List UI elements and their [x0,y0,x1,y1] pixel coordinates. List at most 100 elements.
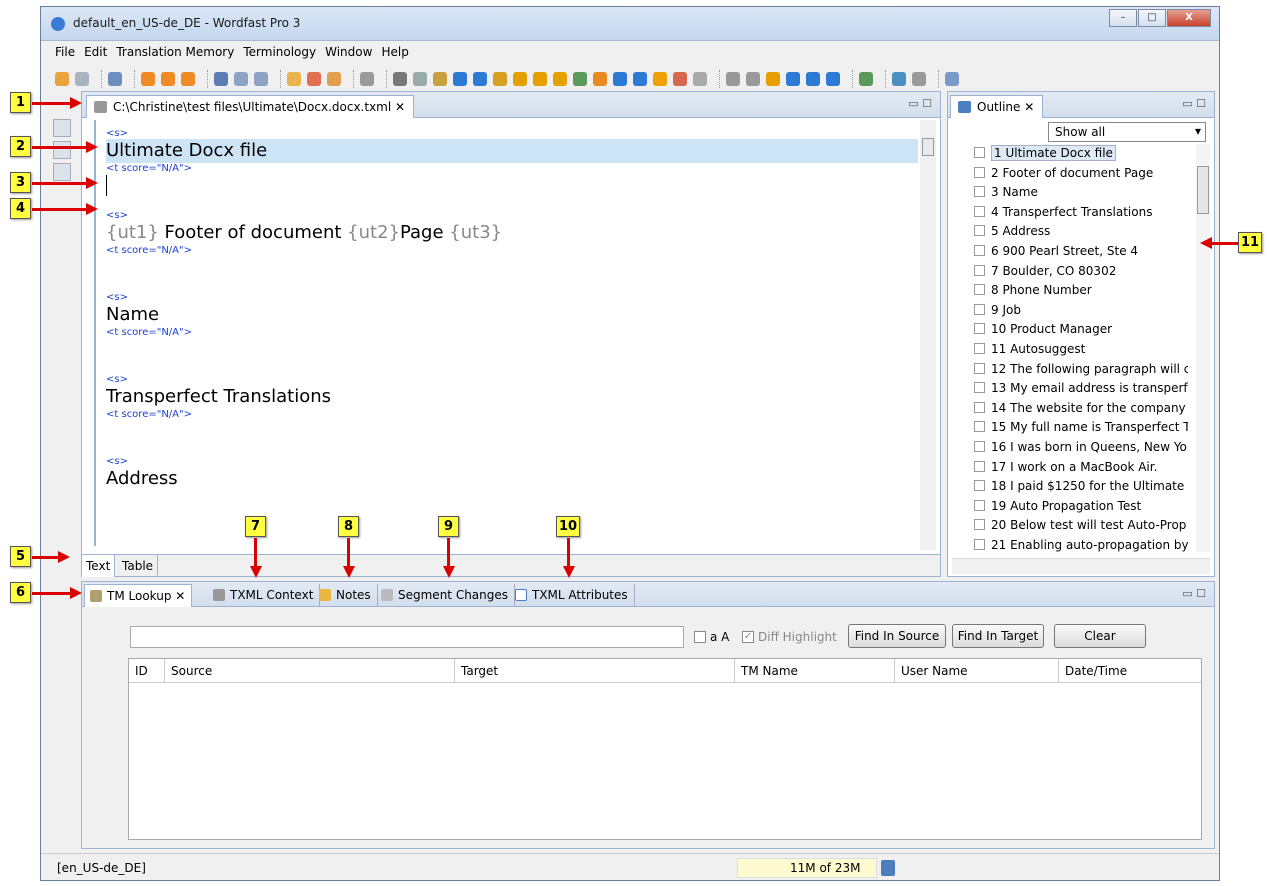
editor-tab[interactable]: C:\Christine\test files\Ultimate\Docx.do… [86,95,415,118]
column-user-name[interactable]: User Name [895,659,1059,683]
outline-item[interactable]: 16 I was born in Queens, New Yo [974,438,1188,458]
expand-icon[interactable] [493,72,507,86]
minimize-button[interactable]: – [1109,9,1137,27]
pilcrow-icon[interactable] [393,72,407,86]
column-id[interactable]: ID [129,659,165,683]
outline-item[interactable]: 20 Below test will test Auto-Prop [974,516,1188,536]
outline-item[interactable]: 12 The following paragraph will c [974,360,1188,380]
scroll-thumb[interactable] [1197,166,1209,214]
save-icon[interactable] [75,72,89,86]
document-dropdown-icon[interactable] [214,72,228,86]
outline-item[interactable]: 10 Product Manager [974,320,1188,340]
last-icon[interactable] [826,72,840,86]
outline-item[interactable]: 18 I paid $1250 for the Ultimate E [974,477,1188,497]
qa-icon[interactable] [892,72,906,86]
report-icon[interactable] [912,72,926,86]
maximize-button[interactable]: □ [1138,9,1166,27]
layout-icon[interactable] [254,72,268,86]
arrow-up-icon[interactable] [473,72,487,86]
down-segment-icon[interactable] [161,72,175,86]
tab-text[interactable]: Text [82,555,116,577]
outline-item[interactable]: 9 Job [974,301,1188,321]
gear-icon[interactable] [360,72,374,86]
outline-scrollbar[interactable] [1196,144,1210,552]
tm-add-icon[interactable] [307,72,321,86]
outline-item[interactable]: 14 The website for the company [974,399,1188,419]
column-source[interactable]: Source [165,659,455,683]
edit-icon[interactable] [945,72,959,86]
view-dropdown-icon[interactable] [234,72,248,86]
copy-source-icon[interactable] [413,72,427,86]
column-target[interactable]: Target [455,659,735,683]
tab-notes[interactable]: Notes [314,584,378,607]
spellcheck-icon[interactable] [859,72,873,86]
outline-item[interactable]: 13 My email address is transperfe [974,379,1188,399]
source-text[interactable]: Ultimate Docx file [106,139,918,163]
close-tab-icon[interactable]: ✕ [1024,100,1034,114]
revert-icon[interactable] [553,72,567,86]
last-segment-icon[interactable] [181,72,195,86]
export-icon[interactable] [746,72,760,86]
tm-icon[interactable] [287,72,301,86]
next-icon[interactable] [806,72,820,86]
arrow-down-icon[interactable] [453,72,467,86]
tm-min-max[interactable]: ▭ ☐ [1182,587,1206,600]
first-icon[interactable] [786,72,800,86]
menu-help[interactable]: Help [381,45,408,59]
tag-icon[interactable] [433,72,447,86]
menu-file[interactable]: File [55,45,75,59]
database-icon[interactable] [53,163,71,181]
target-input-active[interactable] [106,174,918,198]
commit-icon[interactable] [513,72,527,86]
commit-next-icon[interactable] [533,72,547,86]
tab-txml-context[interactable]: TXML Context [208,584,321,607]
outline-min-max[interactable]: ▭ ☐ [1182,97,1206,110]
column-date-time[interactable]: Date/Time [1059,659,1199,683]
menu-window[interactable]: Window [325,45,372,59]
editor-scrollbar[interactable] [920,120,936,550]
outline-item[interactable]: 6 900 Pearl Street, Ste 4 [974,242,1188,262]
outline-item[interactable]: 8 Phone Number [974,281,1188,301]
copy-icon[interactable] [108,72,122,86]
first-segment-icon[interactable] [141,72,155,86]
menu-terminology[interactable]: Terminology [243,45,316,59]
outline-item[interactable]: 19 Auto Propagation Test [974,497,1188,517]
outline-filter-dropdown[interactable]: Show all [1048,122,1206,142]
open-project-icon[interactable] [55,72,69,86]
find-in-target-button[interactable]: Find In Target [952,624,1044,648]
source-text[interactable]: Transperfect Translations [106,385,918,409]
outline-item[interactable]: 11 Autosuggest [974,340,1188,360]
merge-icon[interactable] [673,72,687,86]
search-icon[interactable] [53,141,71,159]
outline-item[interactable]: 21 Enabling auto-propagation by [974,536,1188,554]
minus-icon[interactable] [633,72,647,86]
tm-remove-icon[interactable] [327,72,341,86]
flash-icon[interactable] [766,72,780,86]
outline-tab[interactable]: Outline ✕ [950,95,1044,118]
editor-min-max[interactable]: ▭ ☐ [908,97,932,110]
segment-area[interactable]: <s> Ultimate Docx file <t score="N/A"> <… [94,120,918,546]
outline-horizontal-scrollbar[interactable] [952,558,1210,574]
menu-edit[interactable]: Edit [84,45,107,59]
star-icon[interactable] [653,72,667,86]
outline-item[interactable]: 1 Ultimate Docx file [974,144,1188,164]
case-sensitive-checkbox[interactable]: a A [694,630,729,644]
menu-translation-memory[interactable]: Translation Memory [116,45,234,59]
txml-view-icon[interactable] [53,119,71,137]
close-button[interactable]: X [1167,9,1211,27]
outline-item[interactable]: 4 Transperfect Translations [974,203,1188,223]
source-text[interactable]: Name [106,303,918,327]
tab-txml-attributes[interactable]: TXML Attributes [510,584,635,607]
scroll-thumb[interactable] [922,138,934,156]
outline-item[interactable]: 2 Footer of document Page [974,164,1188,184]
close-tab-icon[interactable]: ✕ [175,589,185,603]
source-text[interactable]: {ut1} Footer of document {ut2}Page {ut3} [106,221,918,245]
outline-item[interactable]: 3 Name [974,183,1188,203]
tm-search-input[interactable] [130,626,684,648]
outline-item[interactable]: 15 My full name is Transperfect T [974,418,1188,438]
find-in-source-button[interactable]: Find In Source [848,624,946,648]
outline-item[interactable]: 7 Boulder, CO 80302 [974,262,1188,282]
diff-highlight-checkbox[interactable]: ✓ Diff Highlight [742,630,837,644]
lightning-icon[interactable] [593,72,607,86]
tab-segment-changes[interactable]: Segment Changes [376,584,516,607]
